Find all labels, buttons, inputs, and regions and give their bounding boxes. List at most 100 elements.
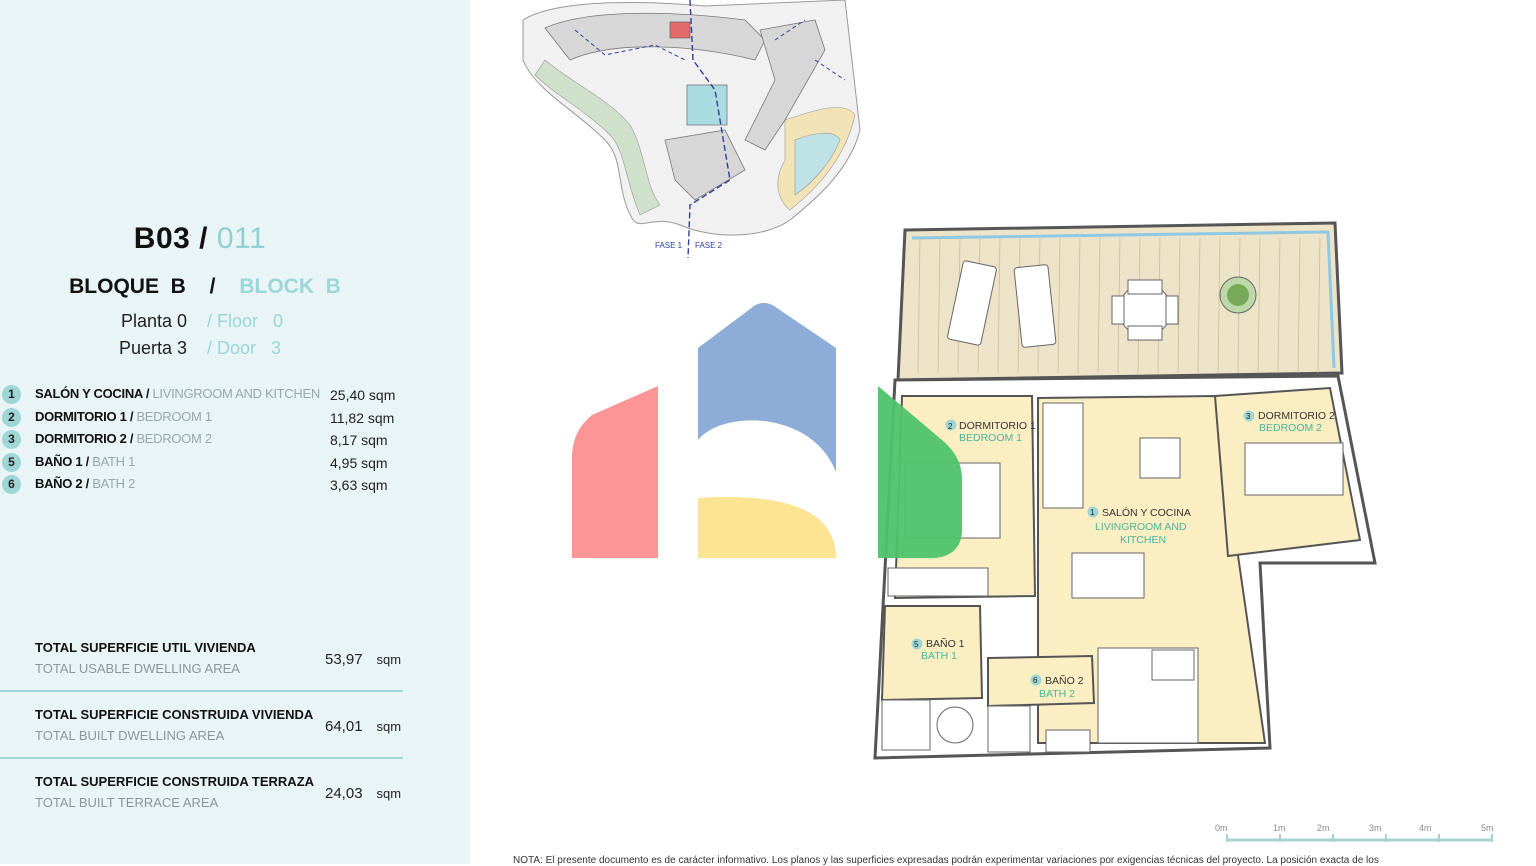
unit-number: 011 [216,222,267,255]
total-value: 24,03 sqm [325,785,401,802]
plan-label-bedroom2-es: DORMITORIO 2 [1258,410,1335,422]
unit-code-title: B03 / 011 [0,222,400,256]
room-area: 3,63 sqm [330,477,388,493]
room-number-badge: 2 [2,407,21,427]
plan-label-bedroom1-en: BEDROOM 1 [959,432,1022,444]
total-label-en: TOTAL BUILT DWELLING AREA [35,728,225,743]
watermark-logo [572,303,962,558]
floor-es: Planta 0 [120,311,187,331]
room-name: DORMITORIO 1 / BEDROOM 1 [35,409,212,424]
room-row: 5 BAÑO 1 / BATH 1 4,95 sqm [0,452,420,475]
door-es: Puerta 3 [118,338,187,358]
room-area: 25,40 sqm [330,387,396,403]
logo-red-shape [572,386,658,558]
block-es: BLOQUE B [69,275,186,298]
room-area: 11,82 sqm [330,409,395,426]
room-area: 8,17 sqm [330,432,388,448]
total-label-en: TOTAL BUILT TERRACE AREA [35,795,219,810]
footnote: NOTA: El presente documento es de caráct… [513,855,1379,866]
plan-badge-number: 5 [914,640,919,649]
block-separator: / [209,275,216,298]
plan-badge-number: 6 [1033,676,1038,685]
room-name: DORMITORIO 2 / BEDROOM 2 [35,431,212,446]
room-name-es: BAÑO 1 / [35,453,89,469]
scale-label: 1m [1273,823,1286,833]
scale-label: 4m [1419,823,1432,833]
scale-label: 3m [1369,823,1382,833]
total-label-es: TOTAL SUPERFICIE UTIL VIVIENDA [35,640,256,655]
room-row: 1 SALÓN Y COCINA / LIVINGROOM AND KITCHE… [0,384,420,407]
coffee-table [1139,437,1181,479]
plan-badge-number: 1 [1090,508,1095,517]
plan-label-bedroom2-en: BEDROOM 2 [1259,422,1322,434]
divider [0,757,403,759]
total-unit: sqm [376,652,402,667]
washing-machine [936,706,974,744]
room-name-en: BEDROOM 1 [136,408,212,424]
logo-blue-shape [698,303,836,472]
total-value: 64,01 sqm [325,718,401,735]
room-number-badge: 1 [2,385,21,404]
bed [1244,442,1344,496]
door-en: / Door 3 [207,338,282,358]
scale-bar [1226,834,1493,842]
room-number-badge: 5 [2,452,21,472]
total-number: 64,01 [325,718,363,735]
logo-green-shape [878,386,962,558]
unit-code: B03 / [133,222,209,255]
scale-label: 0m [1215,823,1228,833]
room-name-en: LIVINGROOM AND KITCHEN [152,386,320,401]
site-plan: FASE 1 FASE 2 [522,0,861,259]
site-plan-phase1: FASE 1 [655,241,683,250]
total-number: 53,97 [325,651,363,668]
total-label-es: TOTAL SUPERFICIE CONSTRUIDA TERRAZA [35,774,315,789]
room-name: SALÓN Y COCINA / LIVINGROOM AND KITCHEN [35,386,320,401]
plan-label-living-en-1: LIVINGROOM AND [1095,521,1187,533]
kitchen-island [1151,649,1195,681]
scale-label: 5m [1481,823,1494,833]
room-name-en: BATH 1 [92,453,136,469]
floor-en: / Floor 0 [207,311,284,331]
room-name-en: BATH 2 [92,476,136,491]
block-title: BLOQUE B / BLOCK B [0,275,410,299]
terrace-plant [1219,276,1257,314]
site-plan-pool [686,84,728,126]
room-row: 3 DORMITORIO 2 / BEDROOM 2 8,17 sqm [0,429,420,452]
total-label-es: TOTAL SUPERFICIE CONSTRUIDA VIVIENDA [35,707,314,722]
total-unit: sqm [376,719,402,734]
plan-label-bath1-en: BATH 1 [921,650,957,662]
shower [987,705,1031,753]
shower [881,699,931,751]
room-name: BAÑO 1 / BATH 1 [35,454,135,469]
room-name-es: DORMITORIO 1 / [35,408,134,424]
room-name-es: SALÓN Y COCINA / [35,386,150,401]
dining-table [1071,552,1145,599]
wardrobe [887,567,989,597]
room-name: BAÑO 2 / BATH 2 [35,476,135,491]
total-label-en: TOTAL USABLE DWELLING AREA [35,661,240,676]
sofa [1042,402,1084,509]
plan-label-bath2-es: BAÑO 2 [1045,674,1084,687]
room-row: 6 BAÑO 2 / BATH 2 3,63 sqm [0,474,420,497]
room-number-badge: 6 [2,475,21,494]
room-name-es: BAÑO 2 / [35,476,89,491]
room-area: 4,95 sqm [330,454,388,471]
site-plan-phase2: FASE 2 [695,241,723,250]
plan-label-living-en-2: KITCHEN [1120,534,1166,546]
plan-label-living-es: SALÓN Y COCINA [1102,506,1191,519]
logo-yellow-shape [698,497,836,558]
plan-label-bedroom1-es: DORMITORIO 1 [959,420,1036,432]
plan-badge-number: 3 [1246,412,1251,421]
total-value: 53,97 sqm [325,651,401,668]
room-name-en: BEDROOM 2 [136,431,212,446]
plan-label-bath1-es: BAÑO 1 [926,637,965,650]
plan-label-bath2-en: BATH 2 [1039,688,1075,700]
block-en: BLOCK B [239,275,341,298]
room-list: 1 SALÓN Y COCINA / LIVINGROOM AND KITCHE… [0,384,420,497]
sink [1045,729,1091,753]
scale-label: 2m [1317,823,1330,833]
site-plan-highlight-unit [669,21,691,39]
divider [0,690,403,692]
room-row: 2 DORMITORIO 1 / BEDROOM 1 11,82 sqm [0,407,420,430]
room-name-es: DORMITORIO 2 / [35,431,134,446]
